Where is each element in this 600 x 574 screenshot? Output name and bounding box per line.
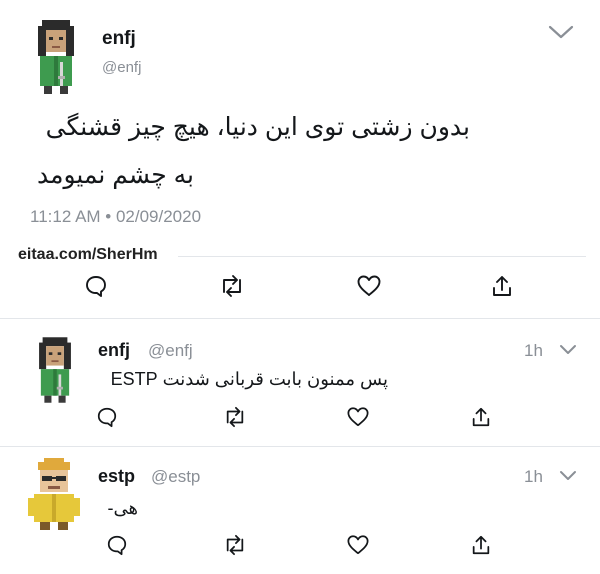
chevron-down-icon[interactable] xyxy=(548,24,574,40)
handle[interactable]: @estp xyxy=(151,467,200,487)
speech-bubble-icon[interactable] xyxy=(106,534,128,556)
reply-time[interactable]: 1h xyxy=(524,467,543,487)
heart-icon[interactable] xyxy=(346,534,370,556)
display-name[interactable]: estp xyxy=(98,466,135,487)
heart-icon[interactable] xyxy=(356,274,382,298)
share-upload-icon[interactable] xyxy=(490,274,514,298)
speech-bubble-icon[interactable] xyxy=(84,274,108,298)
share-upload-icon[interactable] xyxy=(470,534,492,556)
tweet-timestamp[interactable]: 11:12 AM • 02/09/2020 xyxy=(30,207,201,227)
retweet-arrows-icon[interactable] xyxy=(222,406,248,428)
avatar[interactable] xyxy=(32,334,78,406)
divider xyxy=(0,318,600,319)
watermark: eitaa.com/SherHm xyxy=(18,246,158,263)
tweet-text-line2: به چشم نمیومد xyxy=(36,161,194,189)
divider xyxy=(178,256,586,257)
speech-bubble-icon[interactable] xyxy=(96,406,118,428)
heart-icon[interactable] xyxy=(346,406,370,428)
share-upload-icon[interactable] xyxy=(470,406,492,428)
handle[interactable]: @enfj xyxy=(148,341,193,361)
retweet-arrows-icon[interactable] xyxy=(218,274,246,298)
avatar[interactable] xyxy=(30,18,82,96)
retweet-arrows-icon[interactable] xyxy=(222,534,248,556)
chevron-down-icon[interactable] xyxy=(559,344,577,356)
reply-text: پس ممنون بابت قربانی شدنت ESTP xyxy=(110,369,388,389)
avatar[interactable] xyxy=(26,458,84,532)
divider xyxy=(0,446,600,447)
reply-text: هی- xyxy=(107,498,139,518)
handle[interactable]: @enfj xyxy=(102,59,141,76)
reply-time[interactable]: 1h xyxy=(524,341,543,361)
display-name[interactable]: enfj xyxy=(102,28,136,50)
display-name[interactable]: enfj xyxy=(98,340,130,361)
tweet-text-line1: بدون زشتی توی این دنیا، هیچ چیز قشنگی xyxy=(45,113,470,141)
chevron-down-icon[interactable] xyxy=(559,470,577,482)
